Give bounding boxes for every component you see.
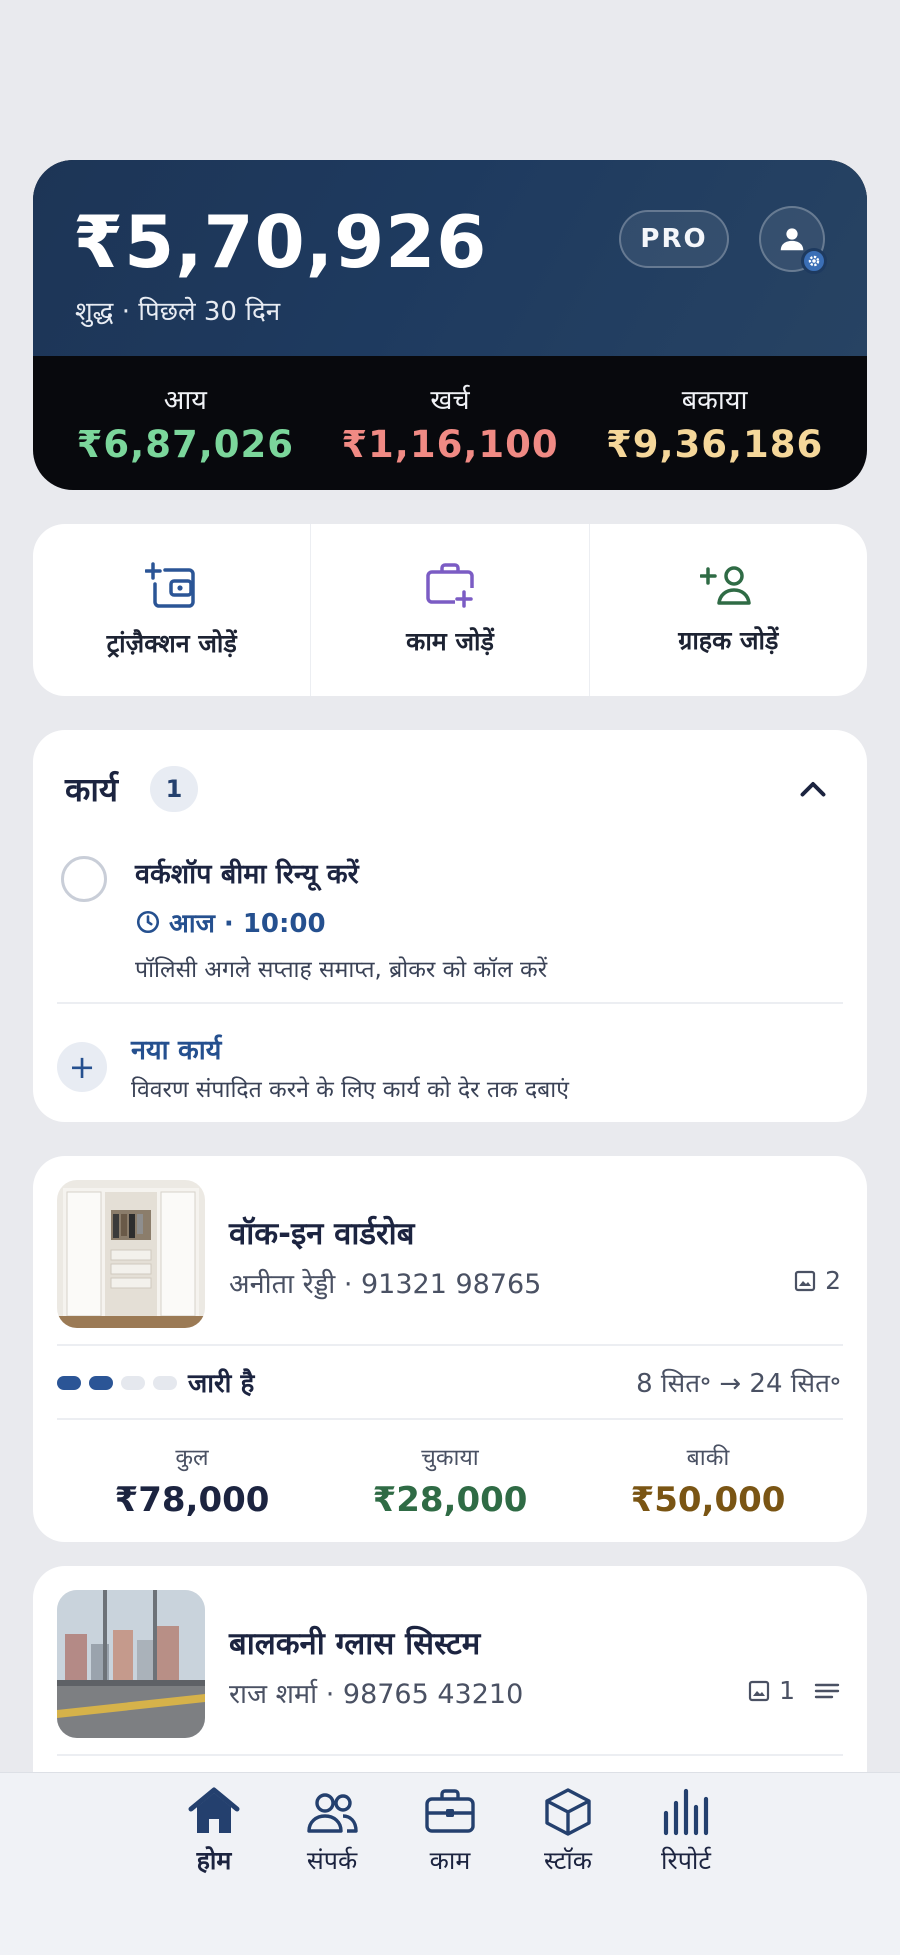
- progress-dot: [153, 1376, 177, 1390]
- due-value: ₹9,36,186: [605, 423, 824, 466]
- tasks-card: कार्य 1 वर्कशॉप बीमा रिन्यू करें आज · 10…: [33, 730, 867, 1122]
- job-title: बालकनी ग्लास सिस्टम: [229, 1626, 481, 1662]
- photo-count-text: 1: [779, 1676, 795, 1705]
- progress-dot: [121, 1376, 145, 1390]
- job-card[interactable]: वॉक-इन वार्डरोब अनीता रेड्डी · 91321 987…: [33, 1156, 867, 1542]
- nav-item-contacts[interactable]: संपर्क: [277, 1787, 387, 1955]
- add-job-label: काम जोड़ें: [406, 627, 494, 656]
- quick-actions: ट्रांज़ैक्शन जोड़ें काम जोड़ें ग्राहक जो…: [33, 524, 867, 696]
- user-icon: [780, 228, 804, 251]
- profile-button[interactable]: [759, 206, 827, 274]
- box-icon: [545, 1788, 591, 1836]
- task-description: पॉलिसी अगले सप्ताह समाप्त, ब्रोकर को कॉल…: [135, 957, 548, 983]
- progress-indicator: [57, 1376, 177, 1390]
- photo-count-text: 2: [825, 1266, 841, 1295]
- job-client: अनीता रेड्डी · 91321 98765: [229, 1269, 542, 1300]
- total-value: ₹78,000: [114, 1480, 270, 1520]
- nav-item-home[interactable]: होम: [159, 1787, 269, 1955]
- net-amount: ₹5,70,926: [73, 200, 488, 284]
- image-icon: [794, 1270, 816, 1291]
- nav-item-stock[interactable]: स्टॉक: [513, 1787, 623, 1955]
- job-status: जारी है: [188, 1369, 255, 1399]
- nav-item-jobs[interactable]: काम: [395, 1787, 505, 1955]
- nav-label-home: होम: [196, 1846, 232, 1875]
- briefcase-icon: [425, 1789, 475, 1833]
- add-customer-button[interactable]: ग्राहक जोड़ें: [590, 524, 867, 696]
- due-stat[interactable]: बकाया ₹9,36,186: [584, 380, 846, 466]
- income-stat[interactable]: आय ₹6,87,026: [54, 380, 316, 466]
- contacts-icon: [307, 1793, 358, 1833]
- divider: [57, 1754, 843, 1756]
- add-transaction-button[interactable]: ट्रांज़ैक्शन जोड़ें: [33, 524, 312, 696]
- wallet-add-icon: [144, 562, 195, 608]
- job-thumbnail: [57, 1180, 205, 1328]
- paid-value: ₹28,000: [372, 1480, 528, 1520]
- nav-label-stock: स्टॉक: [543, 1846, 592, 1875]
- paid-amount: चुकाया ₹28,000: [322, 1440, 577, 1520]
- user-add-icon: [700, 566, 752, 605]
- chevron-up-icon[interactable]: [795, 772, 831, 808]
- add-transaction-label: ट्रांज़ैक्शन जोड़ें: [106, 629, 237, 658]
- photo-count[interactable]: 1: [747, 1676, 841, 1705]
- summary-card: ₹5,70,926 शुद्ध · पिछले 30 दिन PRO आय ₹6…: [33, 160, 867, 490]
- nav-item-reports[interactable]: रिपोर्ट: [631, 1787, 741, 1955]
- bar-chart-icon: [663, 1788, 709, 1836]
- divider: [57, 1418, 843, 1420]
- income-value: ₹6,87,026: [76, 423, 294, 466]
- task-title[interactable]: वर्कशॉप बीमा रिन्यू करें: [135, 854, 359, 891]
- clock-icon: [136, 910, 160, 934]
- paid-label: चुकाया: [421, 1445, 479, 1471]
- progress-dot: [89, 1376, 113, 1390]
- add-task-button[interactable]: +: [57, 1042, 107, 1092]
- home-icon: [188, 1787, 240, 1833]
- balance-value: ₹50,000: [630, 1480, 786, 1520]
- task-time: आज · 10:00: [135, 904, 326, 940]
- gear-icon: [801, 248, 827, 274]
- job-client: राज शर्मा · 98765 43210: [229, 1679, 524, 1710]
- new-task-hint: विवरण संपादित करने के लिए कार्य को देर त…: [131, 1077, 569, 1103]
- notes-icon[interactable]: [813, 1679, 841, 1703]
- total-label: कुल: [175, 1445, 209, 1471]
- briefcase-add-icon: [426, 563, 474, 608]
- summary-stats: आय ₹6,87,026 खर्च ₹1,16,100 बकाया ₹9,36,…: [33, 356, 867, 490]
- expense-value: ₹1,16,100: [341, 423, 559, 466]
- divider: [57, 1002, 843, 1004]
- add-customer-label: ग्राहक जोड़ें: [678, 626, 779, 655]
- balance-label: बाकी: [686, 1445, 730, 1471]
- job-payments: कुल ₹78,000 चुकाया ₹28,000 बाकी ₹50,000: [33, 1440, 867, 1520]
- expense-stat[interactable]: खर्च ₹1,16,100: [319, 380, 581, 466]
- balance-amount: बाकी ₹50,000: [580, 1440, 835, 1520]
- income-label: आय: [163, 385, 207, 416]
- plus-icon: +: [68, 1048, 96, 1086]
- pro-badge[interactable]: PRO: [619, 210, 729, 268]
- job-thumbnail: [57, 1590, 205, 1738]
- photo-count[interactable]: 2: [793, 1266, 841, 1295]
- expense-label: खर्च: [430, 385, 470, 416]
- tasks-title: कार्य: [65, 770, 119, 809]
- bottom-nav: होम संपर्क काम स्टॉक रिपोर्ट: [0, 1772, 900, 1955]
- divider: [57, 1344, 843, 1346]
- summary-header: ₹5,70,926 शुद्ध · पिछले 30 दिन PRO: [33, 160, 867, 356]
- task-time-text: आज · 10:00: [169, 909, 326, 939]
- due-label: बकाया: [681, 385, 748, 416]
- job-dates: 8 सित॰ → 24 सित॰: [636, 1369, 841, 1399]
- new-task-title[interactable]: नया कार्य: [131, 1030, 221, 1067]
- net-subtitle: शुद्ध · पिछले 30 दिन: [75, 297, 281, 327]
- nav-label-reports: रिपोर्ट: [661, 1846, 711, 1875]
- nav-label-jobs: काम: [429, 1846, 471, 1875]
- image-icon: [748, 1680, 770, 1701]
- add-job-button[interactable]: काम जोड़ें: [311, 524, 590, 696]
- nav-label-contacts: संपर्क: [306, 1846, 358, 1875]
- progress-dot: [57, 1376, 81, 1390]
- job-title: वॉक-इन वार्डरोब: [229, 1216, 415, 1252]
- total-amount: कुल ₹78,000: [64, 1440, 319, 1520]
- task-checkbox[interactable]: [61, 856, 107, 902]
- tasks-count-badge: 1: [150, 766, 198, 812]
